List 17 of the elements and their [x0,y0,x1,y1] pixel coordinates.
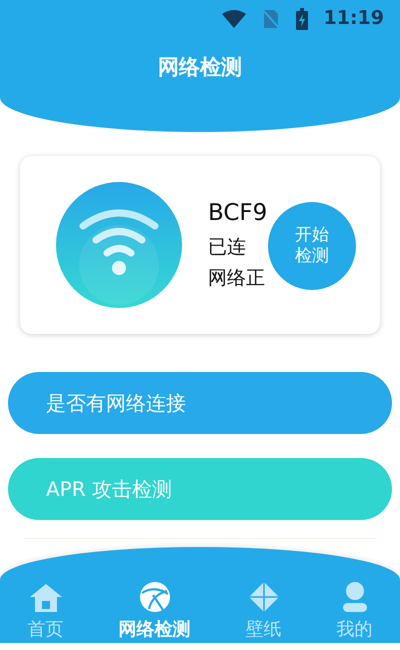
nav-tab[interactable]: 首页 [28,583,64,639]
nav-tab[interactable]: 壁纸 [246,581,282,639]
nav-tab[interactable]: 我的 [336,581,372,639]
network-status: 网络正 [208,266,266,290]
globe-icon [138,581,170,613]
connection-status: 已连 [208,236,247,259]
wifi-icon [56,182,182,308]
status-time: 11:19 [324,6,384,31]
action-button[interactable]: 是否有网络连接 [8,372,392,434]
page-title: 网络检测 [158,55,242,79]
action-button[interactable]: APR 攻击检测 [8,458,392,520]
home-icon [28,583,62,613]
network-name: BCF9 [208,200,268,228]
person-icon [340,581,368,613]
diamond-icon [248,581,280,613]
nav-tab[interactable]: 网络检测 [118,581,190,639]
start-detection-button[interactable]: 开始检测 [268,202,356,290]
